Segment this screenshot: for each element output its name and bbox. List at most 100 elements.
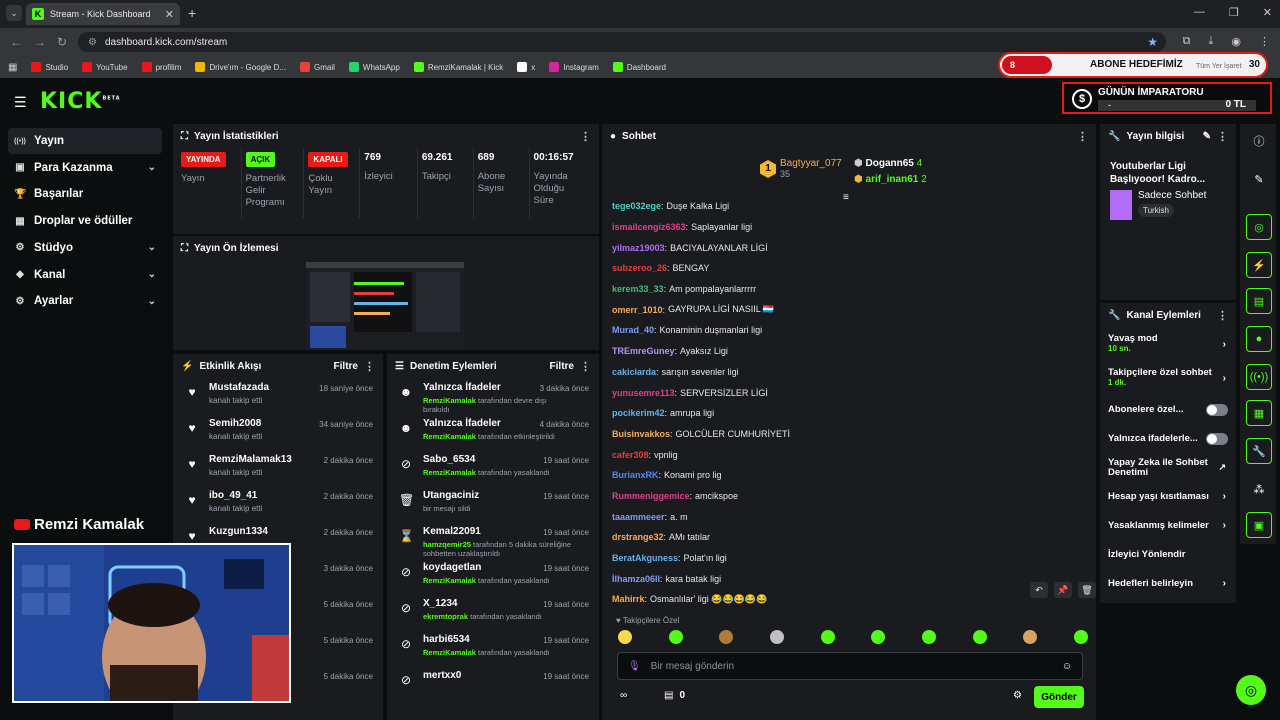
bookmark-item[interactable]: Drive'ım - Google D...	[195, 62, 286, 72]
moderation-filter-button[interactable]: Filtre	[550, 361, 574, 372]
chat-username[interactable]: kerem33_33	[612, 284, 664, 294]
bookmark-item[interactable]: Studio	[31, 62, 68, 72]
kick-logo[interactable]: KICKBETA	[40, 89, 121, 114]
chat-username[interactable]: yunusemre113	[612, 388, 675, 398]
lightning-icon[interactable]: ⚡	[1246, 252, 1272, 278]
channel-action[interactable]: Abonelere özel...	[1100, 395, 1236, 424]
channel-action[interactable]: Yalnızca ifadelerle...	[1100, 424, 1236, 453]
sidebar-item[interactable]: ▣ Para Kazanma ⌄	[8, 155, 162, 181]
chat-message[interactable]: drstrange32: AMı tatılar	[612, 527, 1092, 548]
emote-icon[interactable]	[820, 630, 835, 644]
minimize-icon[interactable]: —	[1194, 6, 1205, 19]
apps-icon[interactable]: ▦	[8, 62, 17, 73]
chat-message[interactable]: Murad_40: Konaminin duşmanlari ligi	[612, 320, 1092, 341]
extensions-icon[interactable]: ⧉	[1183, 35, 1191, 48]
chat-message[interactable]: cakiciarda: sarışın sevenler ligi	[612, 362, 1092, 383]
reply-icon[interactable]: ↶	[1030, 582, 1048, 598]
browser-menu-icon[interactable]: ⋮	[1259, 35, 1270, 48]
back-icon[interactable]: ←	[10, 35, 22, 49]
channel-action[interactable]: Hesap yaşı kısıtlaması ›	[1100, 482, 1236, 511]
activity-item[interactable]: ♥ ibo_49_41 kanalı takip etti 2 dakika önce	[173, 486, 383, 522]
info-icon[interactable]: ⓘ	[1246, 128, 1272, 154]
people-icon[interactable]: ⁂	[1246, 476, 1272, 502]
more-options-icon[interactable]: ⋮	[1217, 130, 1228, 143]
chat-message[interactable]: taaammeeer: a. m	[612, 506, 1092, 527]
sidebar-item[interactable]: ▦ Droplar ve ödüller	[8, 208, 162, 234]
top-supporter-2[interactable]: ⬢ Dogann65 4	[854, 158, 922, 169]
chat-message[interactable]: İlhamza06ll: kara batak ligi	[612, 568, 1092, 589]
activity-item[interactable]: ♥ RemziMalamak13 kanalı takip etti 2 dakika…	[173, 450, 383, 486]
chat-message[interactable]: Mahirrk: Osmanlılar' ligi 😂😂😂😂😂	[612, 589, 1092, 610]
tools-icon[interactable]: 🔧	[1246, 438, 1272, 464]
browser-tab[interactable]: K Stream - Kick Dashboard ✕	[26, 3, 180, 25]
notes-icon[interactable]: ▤	[1246, 288, 1272, 314]
top-supporter-1[interactable]: 1 Bagtyyar_077 35	[760, 158, 842, 180]
forward-icon[interactable]: →	[34, 35, 46, 49]
channel-action[interactable]: Yasaklanmış kelimeler ›	[1100, 511, 1236, 540]
sidebar-item[interactable]: ⚙ Ayarlar ⌄	[8, 288, 162, 314]
bookmark-item[interactable]: RemziKamalak | Kick	[413, 62, 503, 72]
chat-username[interactable]: tege032ege	[612, 201, 661, 211]
activity-filter-button[interactable]: Filtre	[334, 361, 358, 372]
close-window-icon[interactable]: ✕	[1263, 6, 1272, 19]
chat-message[interactable]: pocikerim42: amrupa ligi	[612, 403, 1092, 424]
chat-username[interactable]: Murad_40	[612, 325, 654, 335]
channel-action[interactable]: Hedefleri belirleyin ›	[1100, 569, 1236, 598]
channel-action[interactable]: İzleyici Yönlendir	[1100, 540, 1236, 569]
chat-username[interactable]: Buisinvakkos	[612, 429, 670, 439]
emoji-icon[interactable]: ☺	[1062, 661, 1072, 672]
support-button[interactable]: ◎	[1236, 675, 1266, 705]
chat-username[interactable]: pocikerim42	[612, 408, 665, 418]
url-field[interactable]: ⚙ dashboard.kick.com/stream ★	[78, 32, 1166, 52]
sidebar-item[interactable]: ((•)) Yayın	[8, 128, 162, 154]
chat-message[interactable]: subzeroo_26: BENGAY	[612, 258, 1092, 279]
reload-icon[interactable]: ↻	[57, 35, 67, 49]
new-tab-button[interactable]: +	[188, 5, 196, 21]
moderation-item[interactable]: ⊘ Sabo_6534 RemziKamalak tarafından yasakl…	[387, 450, 599, 486]
bookmark-item[interactable]: WhatsApp	[348, 62, 400, 72]
chat-points[interactable]: ▤ 0	[664, 690, 685, 701]
chat-input[interactable]: 🎙 Bir mesaj gönderin ☺	[617, 652, 1083, 680]
chat-username[interactable]: drstrange32	[612, 532, 664, 542]
moderation-item[interactable]: ⊘ harbi6534 RemziKamalak tarafından yasakl…	[387, 630, 599, 666]
tab-search-button[interactable]: ⌄	[6, 5, 22, 21]
sidebar-item[interactable]: ⚙ Stüdyo ⌄	[8, 235, 162, 261]
chat-message[interactable]: Rummeniggemice: amcikspoe	[612, 486, 1092, 507]
chat-message[interactable]: yilmaz19003: BACIYALAYANLAR LİGİ	[612, 237, 1092, 258]
menu-icon[interactable]: ☰	[14, 94, 27, 111]
channel-action[interactable]: Takipçilere özel sohbet 1 dk. ›	[1100, 361, 1236, 395]
moderation-item[interactable]: ⊘ koydagetlan RemziKamalak tarafından yasa…	[387, 558, 599, 594]
chat-message[interactable]: ismailcengiz6363: Saplayanlar ligi	[612, 217, 1092, 238]
download-icon[interactable]: ⤓	[1209, 35, 1214, 48]
delete-icon[interactable]: 🗑	[1078, 582, 1096, 598]
chat-username[interactable]: cafer308	[612, 450, 649, 460]
chat-username[interactable]: cakiciarda	[612, 367, 656, 377]
toggle-switch[interactable]	[1206, 403, 1228, 416]
mod-image-icon[interactable]: ▣	[1246, 512, 1272, 538]
more-options-icon[interactable]: ⋮	[580, 360, 591, 373]
emote-icon[interactable]	[1073, 630, 1088, 644]
chat-message[interactable]: BurianxRK: Konami pro lig	[612, 465, 1092, 486]
camera-icon[interactable]: ◎	[1246, 214, 1272, 240]
top-supporter-3[interactable]: ⬢ arif_inan61 2	[854, 174, 927, 185]
bookmark-item[interactable]: profilim	[141, 62, 181, 72]
sidebar-item[interactable]: ◆ Kanal ⌄	[8, 262, 162, 288]
chat-username[interactable]: subzeroo_26	[612, 263, 667, 273]
chat-username[interactable]: BurianxRK	[612, 470, 659, 480]
chat-username[interactable]: ismailcengiz6363	[612, 222, 686, 232]
moderation-item[interactable]: ⊘ mertxx0 19 saat önce	[387, 666, 599, 702]
chat-username[interactable]: Rummeniggemice	[612, 491, 690, 501]
broadcast-icon[interactable]: ((•))	[1246, 364, 1272, 390]
emote-icon[interactable]	[769, 630, 784, 644]
chat-username[interactable]: İlhamza06ll	[612, 574, 660, 584]
restore-icon[interactable]: ❐	[1229, 6, 1239, 19]
activity-item[interactable]: ♥ Semih2008 kanalı takip etti 34 saniye önc…	[173, 414, 383, 450]
moderation-item[interactable]: ☻ Yalnızca İfadeler RemziKamalak tarafında…	[387, 414, 599, 450]
chat-username[interactable]: yilmaz19003	[612, 243, 665, 253]
chat-username[interactable]: omerr_1010	[612, 305, 663, 315]
emote-icon[interactable]	[668, 630, 683, 644]
site-info-icon[interactable]: ⚙	[88, 37, 97, 48]
activity-item[interactable]: ♥ Mustafazada kanalı takip etti 18 saniye ö…	[173, 378, 383, 414]
emote-icon[interactable]	[1023, 630, 1038, 644]
bookmark-item[interactable]: YouTube	[82, 62, 128, 72]
